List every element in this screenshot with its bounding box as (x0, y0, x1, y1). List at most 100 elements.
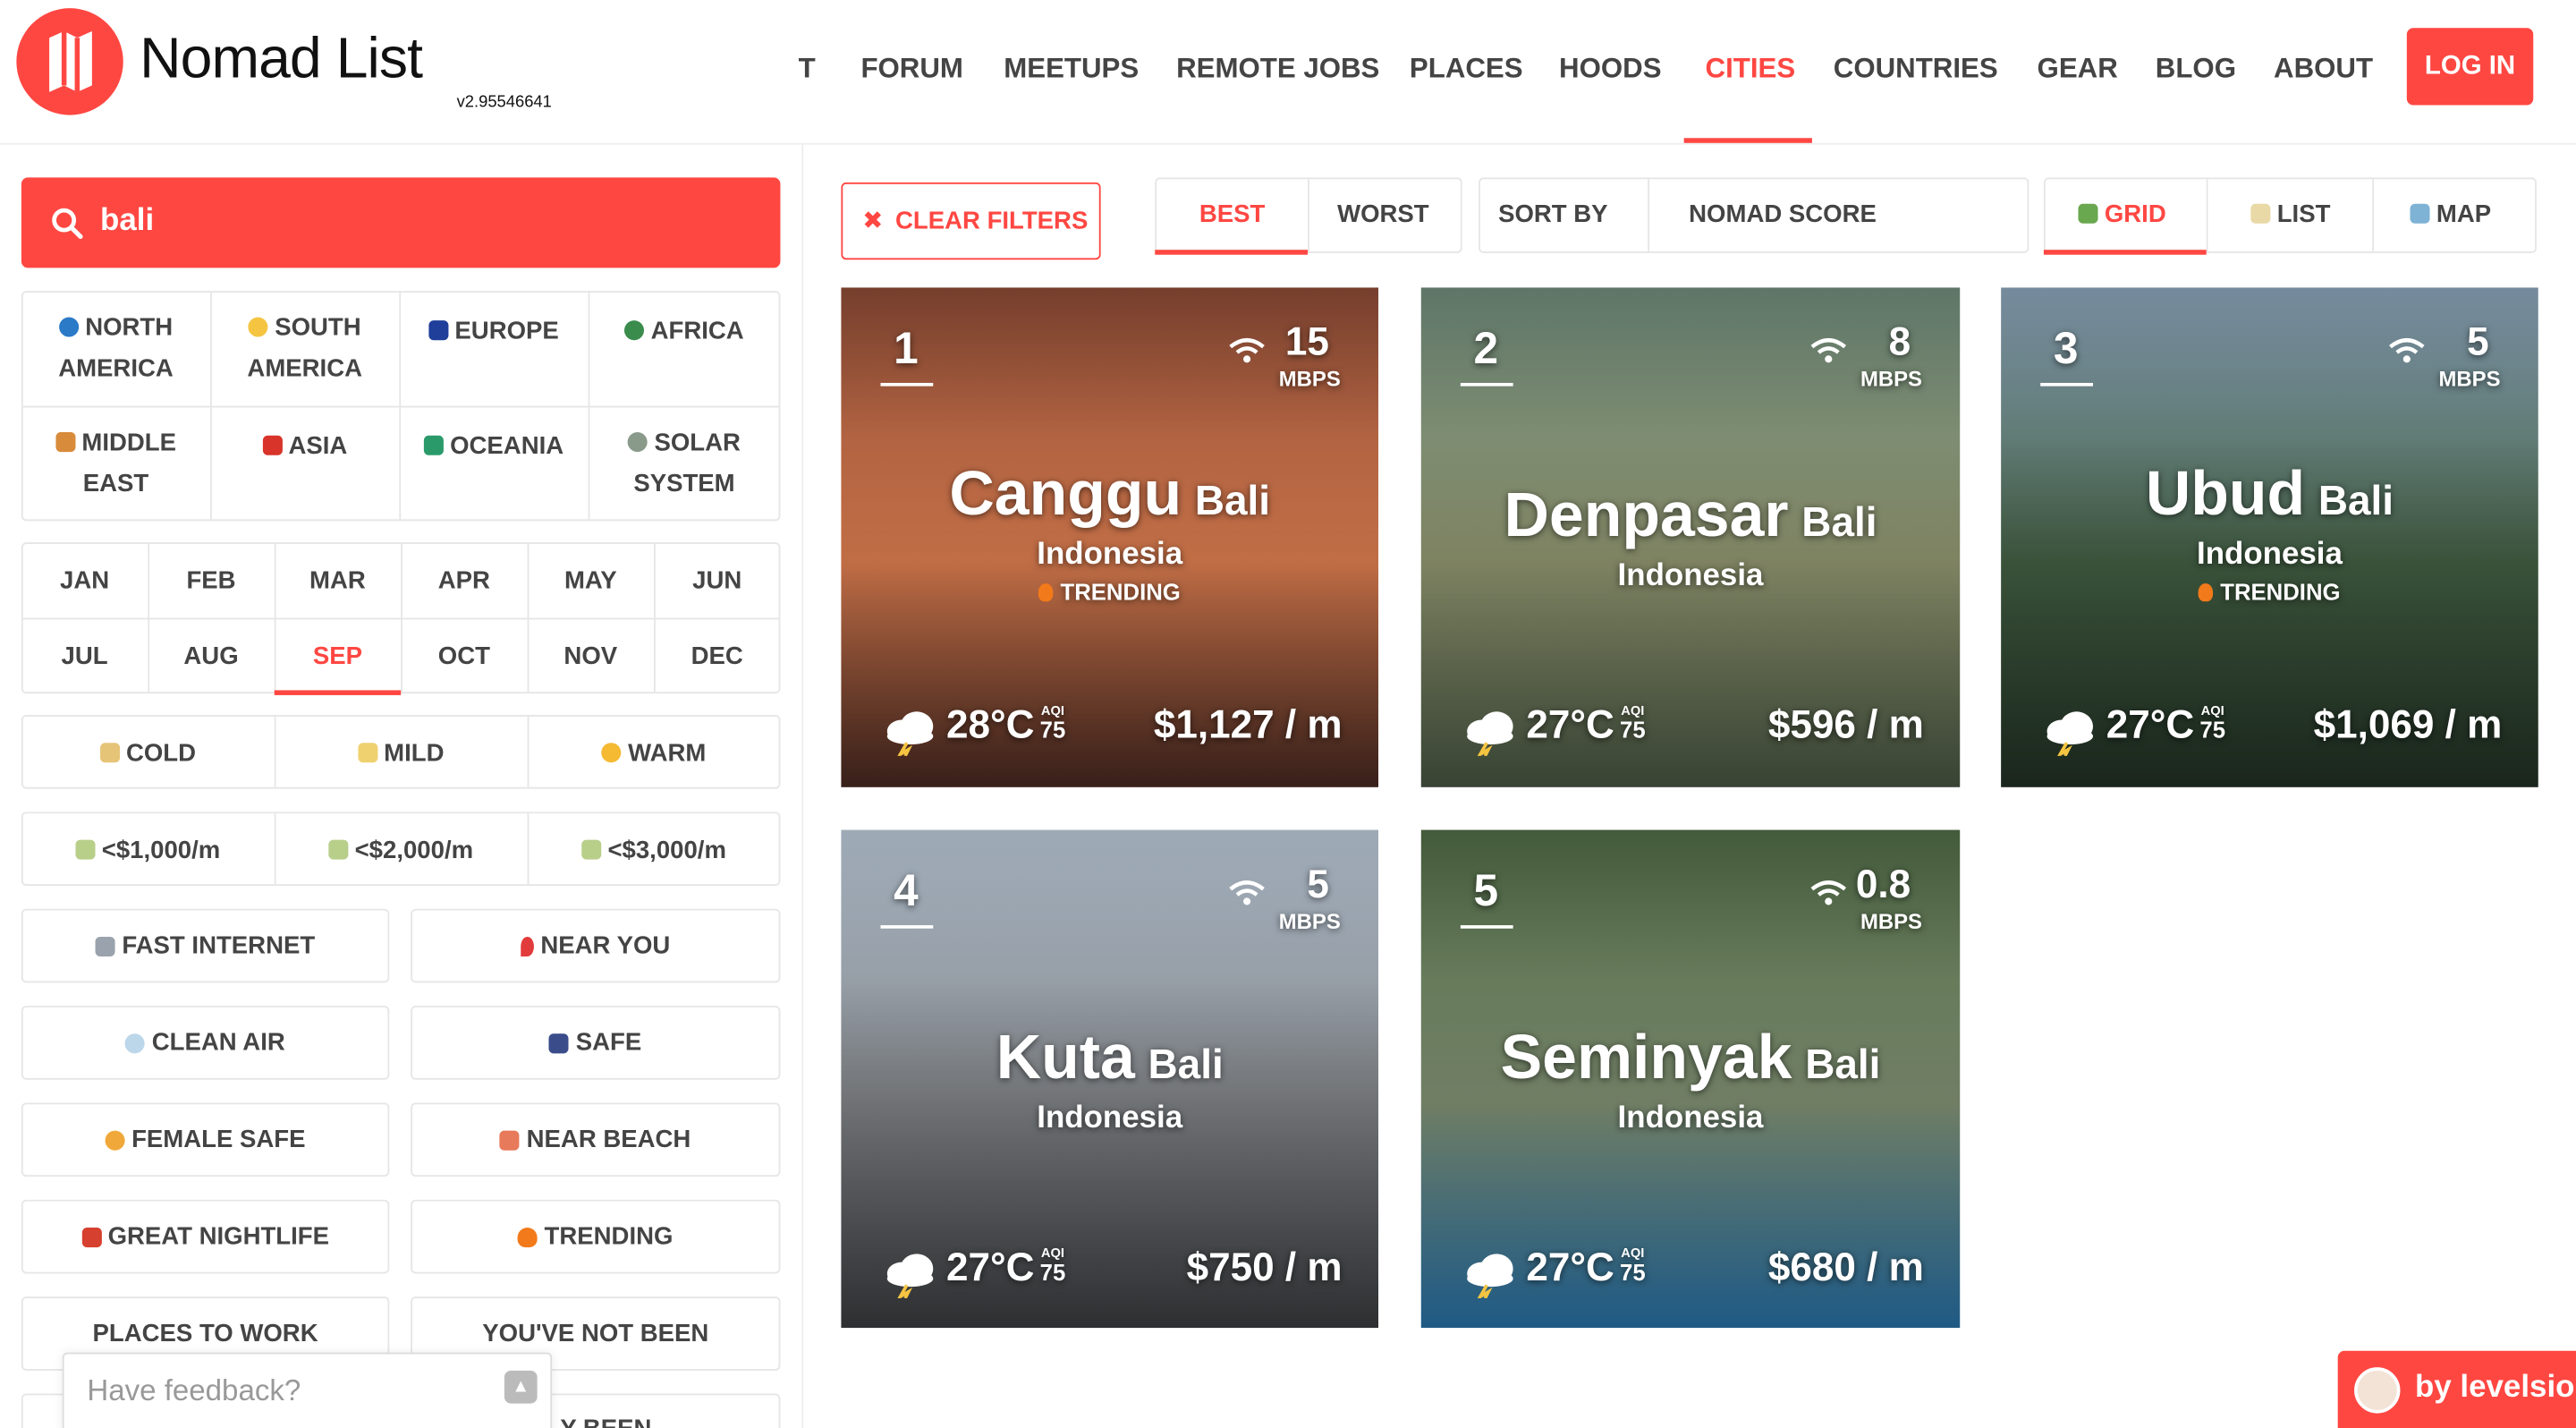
nav-item-places[interactable]: PLACES (1410, 53, 1523, 86)
view-list-tab[interactable]: LIST (2250, 200, 2330, 228)
nav-item-about[interactable]: ABOUT (2274, 53, 2373, 86)
city-region: Bali (2318, 478, 2394, 524)
filter-near-you[interactable]: NEAR YOU (411, 908, 781, 983)
region-solar-system[interactable]: SOLAR SYSTEM (589, 422, 781, 505)
byline-text: by levelsio (2415, 1370, 2575, 1406)
month-jan[interactable]: JAN (21, 558, 148, 601)
fire-icon (1038, 583, 1055, 602)
city-region: Bali (1801, 499, 1877, 546)
brand-name[interactable]: Nomad List (140, 26, 423, 91)
login-button[interactable]: LOG IN (2406, 28, 2534, 106)
alien-icon (628, 432, 648, 453)
city-rank: 1 (894, 323, 919, 373)
region-africa[interactable]: AFRICA (589, 307, 781, 353)
nav-item-forum[interactable]: FORUM (860, 53, 962, 86)
worst-tab[interactable]: WORST (1337, 200, 1429, 228)
view-grid-tab[interactable]: GRID (2078, 200, 2166, 228)
month-active-indicator (274, 690, 402, 695)
city-card[interactable]: 5 0.8 MBPS Seminyak Bali Indonesia 27°C A… (1420, 829, 1961, 1329)
nav-item-countries[interactable]: COUNTRIES (1834, 53, 1998, 86)
city-card[interactable]: 4 5 MBPS Kuta Bali Indonesia 27°C AQI 75 $… (841, 829, 1379, 1329)
filter-great-nightlife[interactable]: GREAT NIGHTLIFE (21, 1199, 390, 1274)
memo-icon (2250, 203, 2271, 224)
month-jun[interactable]: JUN (654, 558, 780, 601)
city-title: Kuta Bali (841, 1024, 1378, 1094)
satellite-icon (95, 936, 116, 956)
month-nov[interactable]: NOV (528, 634, 654, 677)
search-icon (52, 208, 83, 240)
filter-fast-internet[interactable]: FAST INTERNET (21, 908, 390, 983)
month-oct[interactable]: OCT (401, 634, 527, 677)
filter-budget-2000[interactable]: <$2,000/m (275, 829, 528, 871)
search-input[interactable]: bali (100, 204, 154, 240)
month-aug[interactable]: AUG (148, 634, 274, 677)
month-sep[interactable]: SEP (275, 634, 401, 677)
region-north-america[interactable]: NORTH AMERICA (21, 307, 210, 389)
sidebar-divider (801, 144, 804, 1428)
wifi-icon (1229, 880, 1265, 905)
clear-filters-button[interactable]: ✖ CLEAR FILTERS (841, 182, 1101, 260)
month-dec[interactable]: DEC (654, 634, 780, 677)
aqi-value: 75 (1039, 1258, 1066, 1286)
nav-active-indicator (1683, 138, 1812, 143)
city-title: Seminyak Bali (1421, 1024, 1960, 1094)
nav-item-chat-partial[interactable]: T (799, 53, 816, 86)
month-mar[interactable]: MAR (275, 558, 401, 601)
city-card[interactable]: 1 15 MBPS Canggu Bali Indonesia TRENDING … (841, 287, 1379, 787)
air-quality: AQI 75 (2199, 704, 2226, 744)
top-header: Nomad List v2.95546641 T FORUM MEETUPS R… (0, 0, 2576, 145)
best-active-indicator (1155, 250, 1309, 255)
internet-speed-unit: MBPS (1278, 366, 1341, 392)
internet-speed: 15 (1284, 320, 1329, 365)
month-feb[interactable]: FEB (148, 558, 274, 601)
nav-item-gear[interactable]: GEAR (2038, 53, 2118, 86)
month-jul[interactable]: JUL (21, 634, 148, 677)
nav-item-cities[interactable]: CITIES (1706, 53, 1796, 86)
pin-icon (521, 936, 535, 956)
city-card[interactable]: 3 5 MBPS Ubud Bali Indonesia TRENDING 27°… (2001, 287, 2538, 787)
by-levelsio-badge[interactable]: by levelsio (2337, 1350, 2576, 1428)
filter-budget-1000[interactable]: <$1,000/m (21, 829, 275, 871)
nav-item-hoods[interactable]: HOODS (1559, 53, 1662, 86)
wifi-icon (1810, 338, 1847, 363)
city-title: Ubud Bali (2001, 460, 2538, 531)
filter-trending[interactable]: TRENDING (411, 1199, 781, 1274)
region-middle-east[interactable]: MIDDLE EAST (21, 422, 210, 505)
sort-by-select[interactable]: NOMAD SCORE (1689, 200, 1877, 228)
filter-warm[interactable]: WARM (528, 731, 781, 774)
region-south-america[interactable]: SOUTH AMERICA (210, 307, 399, 389)
money-icon (75, 839, 96, 860)
nav-item-blog[interactable]: BLOG (2156, 53, 2236, 86)
nomad-list-logo[interactable] (16, 8, 123, 115)
filter-near-beach[interactable]: NEAR BEACH (411, 1102, 781, 1177)
monthly-cost: $1,069 / m (2313, 703, 2503, 748)
wind-icon (125, 1033, 146, 1053)
feedback-expand-button[interactable]: ▲ (504, 1370, 538, 1404)
filter-female-safe[interactable]: FEMALE SAFE (21, 1102, 390, 1177)
city-title: Canggu Bali (841, 460, 1378, 531)
month-may[interactable]: MAY (528, 558, 654, 601)
monthly-cost: $750 / m (1186, 1245, 1343, 1290)
feedback-widget[interactable]: Have feedback? ▲ (62, 1352, 553, 1428)
air-quality: AQI 75 (1620, 704, 1646, 743)
best-tab[interactable]: BEST (1199, 200, 1265, 228)
wifi-icon (2389, 338, 2425, 363)
temperature: 27°C (1526, 1245, 1614, 1290)
region-oceania[interactable]: OCEANIA (399, 422, 588, 468)
filter-safe[interactable]: SAFE (411, 1006, 781, 1080)
nav-item-meetups[interactable]: MEETUPS (1004, 53, 1139, 86)
view-map-tab[interactable]: MAP (2410, 200, 2491, 228)
filter-mild[interactable]: MILD (275, 731, 528, 774)
city-card[interactable]: 2 8 MBPS Denpasar Bali Indonesia 27°C AQI… (1420, 287, 1961, 787)
filter-budget-3000[interactable]: <$3,000/m (528, 829, 781, 871)
nav-item-remote-jobs[interactable]: REMOTE JOBS (1176, 53, 1379, 86)
filter-cold[interactable]: COLD (21, 731, 275, 774)
cloud-icon (886, 711, 934, 756)
city-region: Bali (1805, 1041, 1881, 1088)
region-europe[interactable]: EUROPE (399, 307, 588, 353)
filter-clean-air[interactable]: CLEAN AIR (21, 1006, 390, 1080)
feedback-input[interactable]: Have feedback? (87, 1374, 301, 1409)
aqi-value: 75 (2199, 716, 2226, 744)
region-asia[interactable]: ASIA (210, 422, 399, 468)
month-apr[interactable]: APR (401, 558, 527, 601)
